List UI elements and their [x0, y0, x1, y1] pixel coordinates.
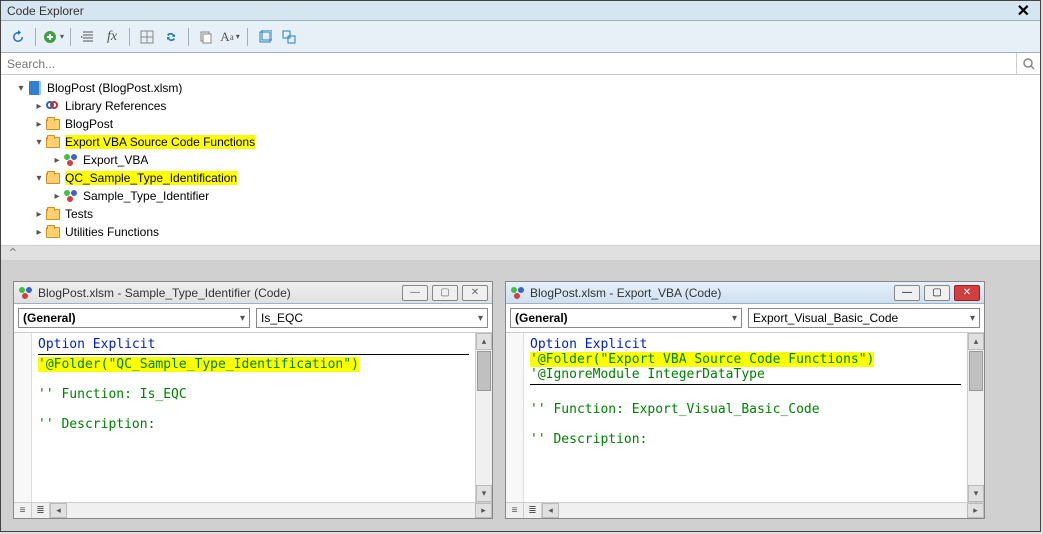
splitter-bar[interactable]: ⌃: [1, 245, 1040, 261]
refresh-button[interactable]: [7, 26, 29, 48]
function-button[interactable]: fx: [101, 26, 123, 48]
search-input[interactable]: [1, 53, 1016, 74]
tree-util-folder[interactable]: ▸Utilities Functions: [33, 223, 1040, 241]
tree-sample-type[interactable]: ▸Sample_Type_Identifier: [51, 187, 1040, 205]
code-explorer-title-bar: Code Explorer ✕: [1, 1, 1040, 21]
tree-libref-label: Library References: [65, 99, 166, 113]
code-window-title: BlogPost.xlsm - Sample_Type_Identifier (…: [38, 286, 398, 300]
tree-root-label: BlogPost (BlogPost.xlsm): [47, 81, 182, 95]
procedure-combo[interactable]: Export_Visual_Basic_Code▾: [748, 308, 980, 328]
horizontal-scrollbar[interactable]: ◂▸: [542, 503, 984, 518]
add-button[interactable]: ▾: [42, 26, 64, 48]
gutter: [506, 333, 524, 502]
tree-export-vba[interactable]: ▸Export_VBA: [51, 151, 1040, 169]
maximize-button[interactable]: ▢: [924, 285, 950, 301]
tree-panel[interactable]: ▾BlogPost (BlogPost.xlsm) ▸Library Refer…: [1, 75, 1040, 245]
code-area: BlogPost.xlsm - Sample_Type_Identifier (…: [1, 261, 1040, 531]
minimize-button[interactable]: —: [894, 285, 920, 301]
sync-button[interactable]: [160, 26, 182, 48]
font-button[interactable]: Aa▾: [219, 26, 241, 48]
tree-library-references[interactable]: ▸Library References: [33, 97, 1040, 115]
close-button[interactable]: ✕: [954, 285, 980, 301]
tree-tests-label: Tests: [65, 207, 93, 221]
vertical-scrollbar[interactable]: ▴▾: [967, 333, 984, 502]
chevron-up-icon[interactable]: ⌃: [1, 245, 19, 262]
maximize-button[interactable]: ▢: [432, 285, 458, 301]
object-combo[interactable]: (General)▾: [18, 308, 250, 328]
chevron-down-icon: ▾: [478, 313, 483, 324]
gutter: [14, 333, 32, 502]
close-icon[interactable]: ✕: [1013, 1, 1034, 21]
tree-util-label: Utilities Functions: [65, 225, 159, 239]
close-button[interactable]: ✕: [462, 285, 488, 301]
proc-view-button[interactable]: ≡: [14, 503, 32, 518]
code-explorer-title: Code Explorer: [7, 4, 84, 18]
copy-button[interactable]: [195, 26, 217, 48]
toolbar: ▾ fx Aa▾: [1, 21, 1040, 53]
tree-export-vba-label: Export_VBA: [83, 153, 148, 167]
minimize-button[interactable]: —: [402, 285, 428, 301]
tree-blogpost-label: BlogPost: [65, 117, 113, 131]
code-editor[interactable]: Option Explicit '@Folder("Export VBA Sou…: [524, 333, 967, 502]
code-window-sample-type[interactable]: BlogPost.xlsm - Sample_Type_Identifier (…: [13, 281, 493, 519]
search-button[interactable]: [1016, 53, 1040, 74]
expand-button[interactable]: [254, 26, 276, 48]
grid-button[interactable]: [136, 26, 158, 48]
tree-qc-folder[interactable]: ▾QC_Sample_Type_Identification: [33, 169, 1040, 187]
tree-qc-folder-label: QC_Sample_Type_Identification: [65, 171, 237, 185]
module-icon: [18, 285, 34, 301]
tree-blogpost-folder[interactable]: ▸BlogPost: [33, 115, 1040, 133]
full-view-button[interactable]: ≣: [32, 503, 50, 518]
search-row: [1, 53, 1040, 75]
code-window-title: BlogPost.xlsm - Export_VBA (Code): [530, 286, 890, 300]
tree-sample-type-label: Sample_Type_Identifier: [83, 189, 209, 203]
object-combo[interactable]: (General)▾: [510, 308, 742, 328]
chevron-down-icon: ▾: [732, 313, 737, 324]
chevron-down-icon: ▾: [970, 313, 975, 324]
procedure-combo[interactable]: Is_EQC▾: [256, 308, 488, 328]
full-view-button[interactable]: ≣: [524, 503, 542, 518]
vertical-scrollbar[interactable]: ▴▾: [475, 333, 492, 502]
chevron-down-icon: ▾: [240, 313, 245, 324]
code-window-export-vba[interactable]: BlogPost.xlsm - Export_VBA (Code) — ▢ ✕ …: [505, 281, 985, 519]
proc-view-button[interactable]: ≡: [506, 503, 524, 518]
tree-export-folder-label: Export VBA Source Code Functions: [65, 135, 255, 149]
indent-button[interactable]: [77, 26, 99, 48]
tree-tests-folder[interactable]: ▸Tests: [33, 205, 1040, 223]
module-icon: [510, 285, 526, 301]
collapse-button[interactable]: [278, 26, 300, 48]
tree-export-folder[interactable]: ▾Export VBA Source Code Functions: [33, 133, 1040, 151]
code-editor[interactable]: Option Explicit '@Folder("QC_Sample_Type…: [32, 333, 475, 502]
horizontal-scrollbar[interactable]: ◂▸: [50, 503, 492, 518]
tree-root[interactable]: ▾BlogPost (BlogPost.xlsm): [15, 79, 1040, 97]
